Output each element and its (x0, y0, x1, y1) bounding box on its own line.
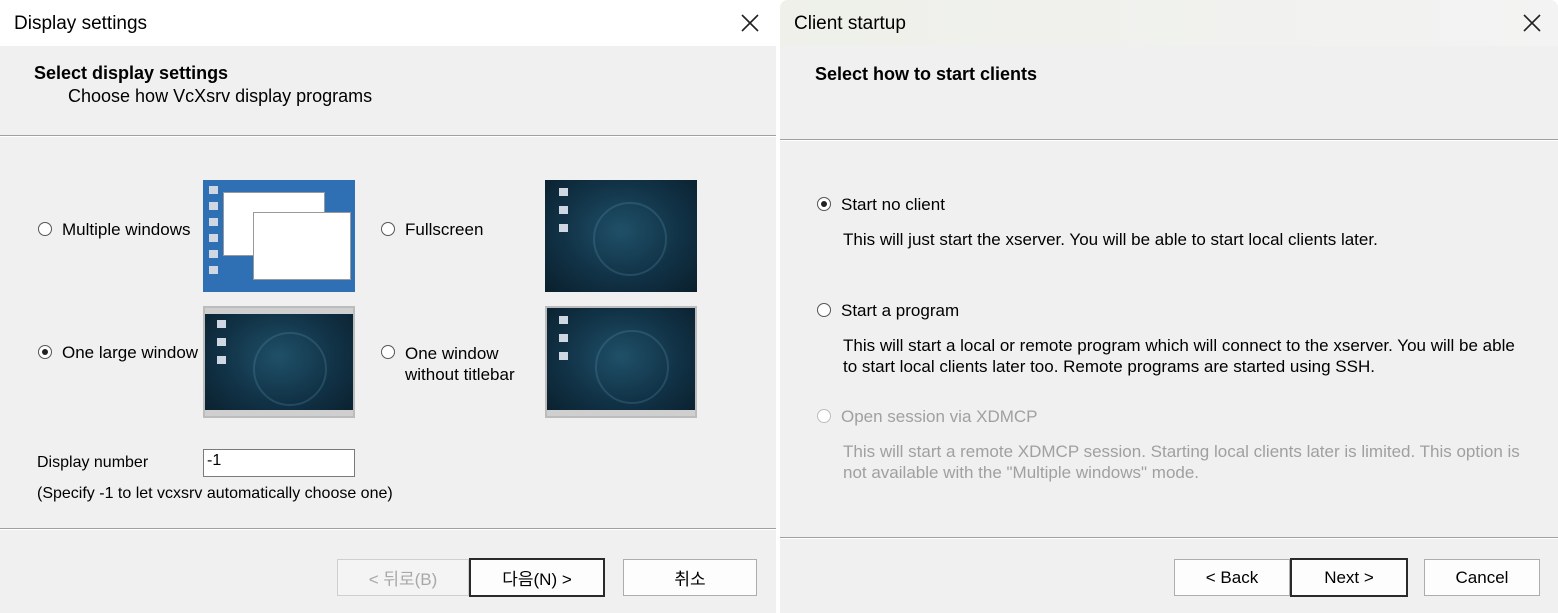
radio-icon (817, 197, 831, 211)
radio-start-program[interactable]: Start a program (817, 301, 959, 321)
close-icon (1523, 14, 1541, 32)
close-icon (741, 14, 759, 32)
multiple-windows-preview (203, 180, 355, 292)
page-title: Select display settings (34, 63, 229, 83)
back-button[interactable]: < Back (1174, 559, 1290, 596)
footer-divider (0, 528, 776, 530)
description-line: This will start a local or remote progra… (843, 336, 1515, 355)
radio-fullscreen[interactable]: Fullscreen (381, 220, 483, 240)
radio-label: One large window (62, 343, 199, 362)
xdmcp-description: This will start a remote XDMCP session. … (843, 441, 1520, 483)
display-number-label: Display number (37, 454, 149, 471)
program-description: This will start a local or remote progra… (843, 335, 1515, 377)
title-bar: Client startup (780, 0, 1558, 46)
no-client-description: This will just start the xserver. You wi… (843, 229, 1378, 250)
one-window-no-titlebar-preview (545, 306, 697, 418)
radio-multiple-windows[interactable]: Multiple windows (38, 220, 191, 240)
next-button[interactable]: 다음(N) > (469, 558, 605, 597)
display-number-hint: (Specify -1 to let vcxsrv automatically … (37, 485, 393, 502)
radio-label: Start a program (841, 301, 960, 320)
radio-icon (817, 303, 831, 317)
radio-one-window-no-titlebar[interactable]: One window without titlebar (381, 343, 515, 385)
radio-label: One window without titlebar (405, 343, 515, 385)
page-subtitle: Choose how VcXsrv display programs (68, 86, 373, 106)
wizard-header: Select display settings Choose how VcXsr… (0, 46, 776, 135)
radio-label-line2: without titlebar (405, 365, 515, 384)
fullscreen-preview (545, 180, 697, 292)
back-button[interactable]: < 뒤로(B) (337, 559, 469, 596)
next-button[interactable]: Next > (1290, 558, 1408, 597)
client-startup-dialog: Client startup Select how to start clien… (780, 0, 1558, 613)
page-title: Select how to start clients (815, 64, 1038, 84)
radio-label: Multiple windows (62, 220, 191, 239)
one-large-window-preview (203, 306, 355, 418)
radio-icon (817, 409, 831, 423)
description-line: This will start a remote XDMCP session. … (843, 442, 1520, 461)
radio-icon (381, 345, 395, 359)
cancel-button[interactable]: 취소 (623, 559, 757, 596)
display-settings-dialog: Display settings Select display settings… (0, 0, 776, 613)
description-line: to start local clients later too. Remote… (843, 357, 1375, 376)
close-button[interactable] (1514, 6, 1550, 40)
footer-divider (780, 537, 1558, 539)
radio-icon (38, 345, 52, 359)
description-line: not available with the "Multiple windows… (843, 463, 1200, 482)
header-divider (0, 135, 776, 137)
cancel-button[interactable]: Cancel (1424, 559, 1540, 596)
radio-xdmcp-session[interactable]: Open session via XDMCP (817, 407, 1038, 427)
radio-one-large-window[interactable]: One large window (38, 343, 198, 363)
radio-icon (38, 222, 52, 236)
dialog-title: Client startup (794, 13, 906, 34)
radio-start-no-client[interactable]: Start no client (817, 195, 945, 215)
display-number-input[interactable]: -1 (203, 449, 355, 477)
radio-label: Start no client (841, 195, 945, 214)
radio-label-line1: One window (405, 344, 499, 363)
wizard-header: Select how to start clients (780, 46, 1558, 139)
close-button[interactable] (732, 6, 768, 40)
radio-label: Fullscreen (405, 220, 484, 239)
description-line: This will just start the xserver. You wi… (843, 230, 1378, 249)
radio-icon (381, 222, 395, 236)
dialog-title: Display settings (14, 13, 148, 34)
radio-label: Open session via XDMCP (841, 407, 1038, 426)
header-divider (780, 139, 1558, 141)
title-bar: Display settings (0, 0, 776, 46)
